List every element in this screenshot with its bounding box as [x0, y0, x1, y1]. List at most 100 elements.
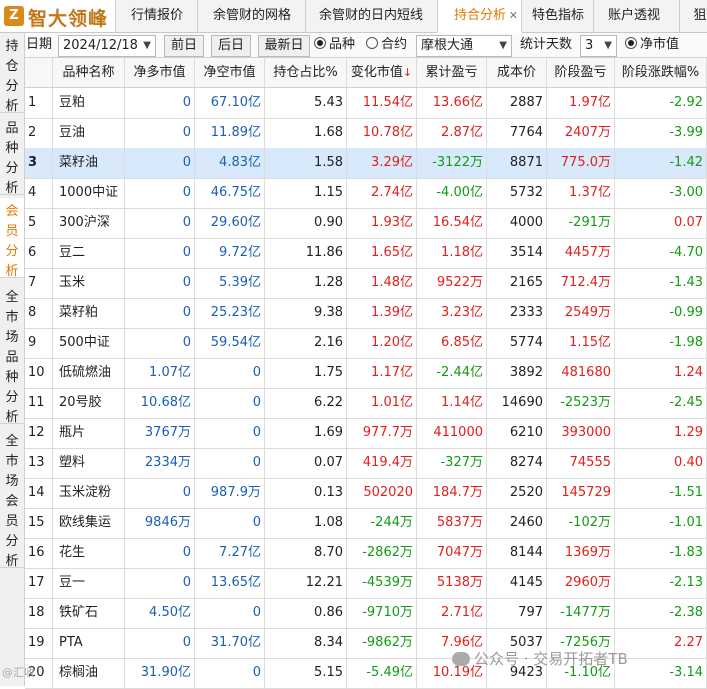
chevron-down-icon: ▼ — [604, 40, 612, 51]
tab-1[interactable]: 余管财的网格 — [197, 0, 306, 32]
cell-pct: 1.68 — [265, 118, 347, 148]
table-row[interactable]: 4 1000中证 0 46.75亿 1.15 2.74亿 -4.00亿 5732 1.37亿 -3… — [25, 178, 707, 209]
cell-chg: -4539万 — [347, 568, 417, 598]
cell-name: 瓶片 — [53, 418, 125, 448]
cell-name: 铁矿石 — [53, 598, 125, 628]
prev-day-button[interactable]: 前日 — [164, 35, 204, 57]
latest-day-button[interactable]: 最新日 — [258, 35, 310, 57]
cell-pct: 1.28 — [265, 268, 347, 298]
cell-short: 0 — [195, 358, 265, 388]
cell-pct: 9.38 — [265, 298, 347, 328]
watermark-text: 公众号 · 交易开拓者TB — [474, 650, 628, 668]
table-row[interactable]: 9 500中证 0 59.54亿 2.16 1.20亿 6.85亿 5774 1.15亿 -1.9… — [25, 328, 707, 359]
cell-stage_pct: -2.13 — [615, 568, 707, 598]
table-header: 品种名称 净多市值 净空市值 持仓占比% 变化市值↓ 累计盈亏 成本价 阶段盈亏 阶段涨跌幅% — [25, 58, 707, 88]
cell-cost: 8144 — [487, 538, 547, 568]
cell-long: 2334万 — [125, 448, 195, 478]
table-row[interactable]: 17 豆一 0 13.65亿 12.21 -4539万 5138万 4145 2960万 -2.1… — [25, 568, 707, 599]
cell-stage: 2549万 — [547, 298, 615, 328]
tab-2[interactable]: 余管财的日内短线 — [305, 0, 436, 32]
tab-0[interactable]: 行情报价 — [115, 0, 198, 32]
tab-3[interactable]: 持合分析 ✕ — [437, 0, 522, 33]
cell-name: 棕榈油 — [53, 658, 125, 688]
cell-no: 17 — [25, 568, 53, 598]
column-header-label: 持仓占比% — [273, 65, 338, 80]
table-row[interactable]: 2 豆油 0 11.89亿 1.68 10.78亿 2.87亿 7764 2407万 -3.99 — [25, 118, 707, 149]
cell-name: 20号胶 — [53, 388, 125, 418]
close-icon[interactable]: ✕ — [509, 0, 518, 32]
table-row[interactable]: 13 塑料 2334万 0 0.07 419.4万 -327万 8274 74555 0.40 — [25, 448, 707, 479]
column-header[interactable]: 阶段盈亏 — [547, 58, 615, 87]
date-picker[interactable]: 2024/12/18 ▼ — [58, 35, 156, 57]
table-row[interactable]: 14 玉米淀粉 0 987.9万 0.13 502020 184.7万 2520 145729-… — [25, 478, 707, 509]
column-header[interactable]: 阶段涨跌幅% — [615, 58, 707, 87]
tab-6[interactable]: 狙 — [679, 0, 707, 32]
member-value: 摩根大通 — [421, 38, 474, 53]
left-nav-item-4[interactable]: 全市场会员分析 — [0, 428, 24, 569]
cell-stage_pct: -3.99 — [615, 118, 707, 148]
table-row[interactable]: 6 豆二 0 9.72亿 11.86 1.65亿 1.18亿 3514 4457万 -4.70 — [25, 238, 707, 269]
table-row[interactable]: 7 玉米 0 5.39亿 1.28 1.48亿 9522万 2165 712.4万 -1.43 — [25, 268, 707, 299]
cell-cum: 2.87亿 — [417, 118, 487, 148]
cell-short: 25.23亿 — [195, 298, 265, 328]
table-row[interactable]: 18 铁矿石 4.50亿 0 0.86 -9710万 2.71亿 797 -1477万 -2.38 — [25, 598, 707, 629]
table-row[interactable]: 11 20号胶 10.68亿 0 6.22 1.01亿 1.14亿 14690 -2523万 -2… — [25, 388, 707, 419]
next-day-button[interactable]: 后日 — [211, 35, 251, 57]
cell-cum: -3122万 — [417, 148, 487, 178]
column-header[interactable]: 累计盈亏 — [417, 58, 487, 87]
cell-no: 3 — [25, 148, 53, 178]
stat-days-value: 3 — [585, 38, 594, 53]
tab-4[interactable]: 特色指标 — [521, 0, 594, 32]
table-row[interactable]: 8 菜籽粕 0 25.23亿 9.38 1.39亿 3.23亿 2333 2549万 -0.99 — [25, 298, 707, 329]
table-row[interactable]: 10 低硫燃油 1.07亿 0 1.75 1.17亿 -2.44亿 3892 481680 1.2… — [25, 358, 707, 389]
radio-net-value[interactable]: 净市值 — [625, 35, 679, 55]
table-row[interactable]: 12 瓶片 3767万 0 1.69 977.7万 411000 6210 393000 1.29 — [25, 418, 707, 449]
table-row[interactable]: 3 菜籽油 0 4.83亿 1.58 3.29亿 -3122万 8871 775.0万 -1.42 — [25, 148, 707, 179]
column-header[interactable]: 持仓占比% — [265, 58, 347, 87]
column-header-label: 成本价 — [496, 65, 536, 80]
radio-contract[interactable]: 合约 — [366, 35, 407, 55]
sort-desc-icon: ↓ — [402, 66, 413, 79]
cell-chg: 1.17亿 — [347, 358, 417, 388]
cell-cum: 16.54亿 — [417, 208, 487, 238]
cell-stage: 4457万 — [547, 238, 615, 268]
stat-days-select[interactable]: 3 ▼ — [580, 35, 617, 57]
left-nav-item-0[interactable]: 持仓分析 — [0, 33, 24, 114]
cell-stage: 393000 — [547, 418, 615, 448]
cell-stage_pct: -1.43 — [615, 268, 707, 298]
cell-short: 0 — [195, 508, 265, 538]
radio-variety[interactable]: 品种 — [314, 35, 355, 55]
column-header[interactable]: 成本价 — [487, 58, 547, 87]
cell-chg: 502020 — [347, 478, 417, 508]
column-header[interactable]: 变化市值↓ — [347, 58, 417, 87]
cell-short: 59.54亿 — [195, 328, 265, 358]
cell-cost: 3514 — [487, 238, 547, 268]
table-row[interactable]: 1 豆粕 0 67.10亿 5.43 11.54亿 13.66亿 2887 1.97亿 -2.92 — [25, 88, 707, 119]
table-row[interactable]: 15 欧线集运 9846万 0 1.08 -244万 5837万 2460 -102万 -1.01 — [25, 508, 707, 539]
cell-pct: 11.86 — [265, 238, 347, 268]
tab-5[interactable]: 账户透视 — [593, 0, 674, 32]
column-header[interactable]: 净多市值 — [125, 58, 195, 87]
cell-pct: 8.70 — [265, 538, 347, 568]
cell-stage_pct: -1.01 — [615, 508, 707, 538]
cell-name: 300沪深 — [53, 208, 125, 238]
cell-name: 玉米淀粉 — [53, 478, 125, 508]
tab-label: 特色指标 — [531, 8, 584, 23]
column-header[interactable]: 净空市值 — [195, 58, 265, 87]
table-row[interactable]: 5 300沪深 0 29.60亿 0.90 1.93亿 16.54亿 4000 -291万 0.0… — [25, 208, 707, 239]
left-nav-item-2[interactable]: 会员分析 — [0, 198, 24, 279]
cell-name: 欧线集运 — [53, 508, 125, 538]
cell-cum: 411000 — [417, 418, 487, 448]
cell-stage: 712.4万 — [547, 268, 615, 298]
column-header[interactable]: 品种名称 — [53, 58, 125, 87]
left-nav-item-1[interactable]: 品种分析 — [0, 115, 24, 196]
cell-short: 9.72亿 — [195, 238, 265, 268]
member-select[interactable]: 摩根大通 ▼ — [416, 35, 512, 57]
column-header[interactable] — [25, 58, 53, 87]
cell-stage: 481680 — [547, 358, 615, 388]
cell-cost: 4145 — [487, 568, 547, 598]
left-nav-item-3[interactable]: 全市场品种分析 — [0, 284, 24, 425]
cell-stage_pct: 1.24 — [615, 358, 707, 388]
cell-no: 1 — [25, 88, 53, 118]
table-row[interactable]: 16 花生 0 7.27亿 8.70 -2862万 7047万 8144 1369万 -1.83 — [25, 538, 707, 569]
